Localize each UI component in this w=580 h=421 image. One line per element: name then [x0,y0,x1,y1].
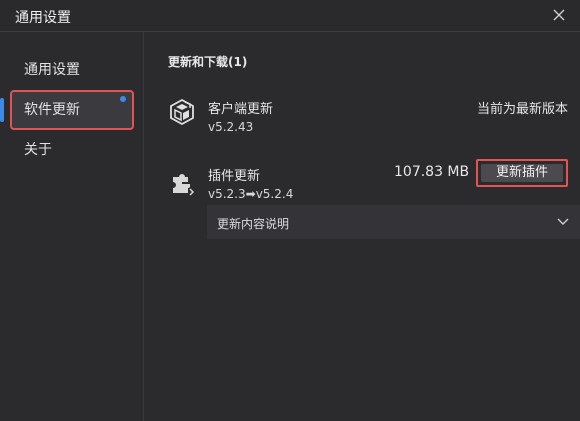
active-indicator [0,98,4,122]
close-icon[interactable] [550,6,568,24]
notification-dot [120,96,126,102]
chevron-down-icon [557,218,569,225]
sidebar-item-general[interactable]: 通用设置 [12,52,132,88]
sidebar-item-about[interactable]: 关于 [12,132,132,168]
plugin-version: v5.2.3➡v5.2.4 [208,187,294,201]
title-bar: 通用设置 [0,0,580,32]
changelog-label: 更新内容说明 [217,217,290,231]
update-plugin-button[interactable]: 更新插件 [476,159,568,187]
changelog-dropdown[interactable]: 更新内容说明 [207,205,580,239]
sidebar-item-label: 软件更新 [24,102,80,118]
sidebar-item-software-update[interactable]: 软件更新 [0,90,134,130]
update-plugin-button-label: 更新插件 [481,164,563,182]
sidebar: 通用设置 软件更新 关于 [0,32,144,421]
main-panel: 更新和下载(1) 客户端更新 v5.2.43 当前为最新版本 插件更新 v5.2… [144,32,580,421]
client-status: 当前为最新版本 [476,102,568,117]
client-version: v5.2.43 [208,120,254,134]
section-title: 更新和下载(1) [168,55,248,69]
sidebar-item-label: 关于 [24,142,52,158]
plugin-update-name: 插件更新 [208,169,261,184]
plugin-size: 107.83 MB [394,164,470,180]
client-update-name: 客户端更新 [208,102,274,117]
cube-icon [170,98,194,126]
puzzle-icon [173,174,195,196]
window-title: 通用设置 [15,10,71,26]
sidebar-item-label: 通用设置 [24,62,80,78]
